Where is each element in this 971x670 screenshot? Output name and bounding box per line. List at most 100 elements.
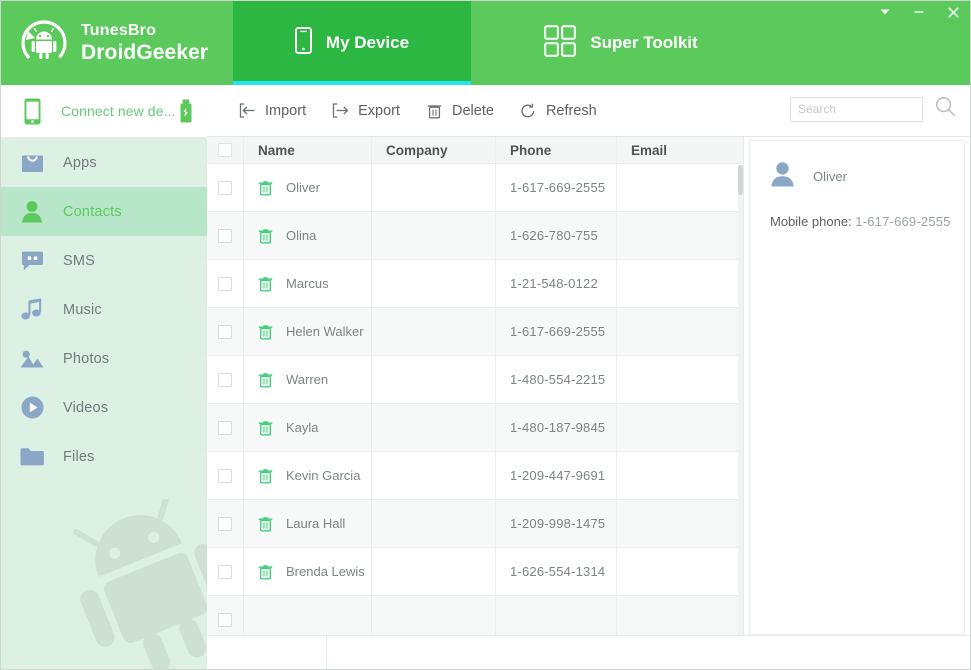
table-row[interactable]: Marcus 1-21-548-0122 xyxy=(207,260,743,308)
cell-company xyxy=(372,164,496,211)
cell-name-text: Helen Walker xyxy=(286,324,364,339)
connect-new-device-label: Connect new de... xyxy=(61,103,179,119)
search-input[interactable] xyxy=(790,97,923,122)
row-checkbox[interactable] xyxy=(218,613,232,627)
row-trash-icon[interactable] xyxy=(258,468,273,484)
table-body: Oliver1-617-669-2555Olina1-626-780-755Ma… xyxy=(207,164,743,635)
cell-name-text: Marcus xyxy=(286,276,329,291)
cell-name-text: Olina xyxy=(286,228,316,243)
row-trash-icon[interactable] xyxy=(258,420,273,436)
row-trash-icon[interactable] xyxy=(258,516,273,532)
cell-phone: 1-21-548-0122 xyxy=(496,260,617,307)
brand-line-2: DroidGeeker xyxy=(81,40,208,65)
row-checkbox[interactable] xyxy=(218,373,232,387)
column-header-name[interactable]: Name xyxy=(244,137,372,163)
cell-name-text: Kevin Garcia xyxy=(286,468,360,483)
sidebar-item-files[interactable]: Files xyxy=(1,432,207,481)
cell-name: Kevin Garcia xyxy=(244,452,372,499)
minimize-button[interactable] xyxy=(913,6,925,22)
sidebar-item-files-label: Files xyxy=(63,449,95,465)
table-scrollbar-thumb[interactable] xyxy=(738,165,743,195)
row-checkbox[interactable] xyxy=(218,421,232,435)
cell-phone: 1-480-554-2215 xyxy=(496,356,617,403)
row-checkbox[interactable] xyxy=(218,469,232,483)
cell-phone: 1-209-447-9691 xyxy=(496,452,617,499)
column-header-phone[interactable]: Phone xyxy=(496,137,617,163)
person-avatar-icon xyxy=(770,161,795,192)
refresh-button[interactable]: Refresh xyxy=(520,102,597,119)
cell-email xyxy=(617,260,739,307)
cell-email xyxy=(617,308,739,355)
folder-icon xyxy=(19,444,45,470)
contact-detail-mobile-phone-label: Mobile phone: xyxy=(770,214,852,229)
cell-phone: 1-617-669-2555 xyxy=(496,308,617,355)
column-header-email[interactable]: Email xyxy=(617,137,739,163)
export-button[interactable]: Export xyxy=(332,102,400,119)
row-trash-icon[interactable] xyxy=(258,324,273,340)
table-row[interactable] xyxy=(207,596,743,635)
table-row[interactable]: Oliver 1-617-669-2555 xyxy=(207,164,743,212)
tab-super-toolkit[interactable]: Super Toolkit xyxy=(471,1,771,85)
search-icon[interactable] xyxy=(935,96,956,122)
table-row[interactable]: Kevin Garcia 1-209-447-9691 xyxy=(207,452,743,500)
sidebar-item-videos[interactable]: Videos xyxy=(1,383,207,432)
tab-super-toolkit-label: Super Toolkit xyxy=(590,33,697,53)
row-checkbox[interactable] xyxy=(218,181,232,195)
android-refresh-logo-icon xyxy=(19,18,69,68)
cell-phone-text: 1-209-447-9691 xyxy=(510,468,605,483)
row-trash-icon[interactable] xyxy=(258,372,273,388)
person-icon xyxy=(19,199,45,225)
cell-phone: 1-617-669-2555 xyxy=(496,164,617,211)
cell-name: Olina xyxy=(244,212,372,259)
cell-phone-text: 1-617-669-2555 xyxy=(510,324,605,339)
row-trash-icon[interactable] xyxy=(258,228,273,244)
mountain-photo-icon xyxy=(19,346,45,372)
sidebar-item-sms[interactable]: SMS xyxy=(1,236,207,285)
close-button[interactable] xyxy=(947,6,960,23)
cell-name: Oliver xyxy=(244,164,372,211)
table-row[interactable]: Brenda Lewis1-626-554-1314 xyxy=(207,548,743,596)
row-checkbox[interactable] xyxy=(218,229,232,243)
table-row[interactable]: Kayla1-480-187-9845 xyxy=(207,404,743,452)
sidebar-item-apps[interactable]: Apps xyxy=(1,138,207,187)
select-all-checkbox[interactable] xyxy=(218,143,232,157)
contact-detail-mobile-phone-value: 1-617-669-2555 xyxy=(855,214,950,229)
tab-my-device[interactable]: My Device xyxy=(233,1,471,85)
row-select-cell xyxy=(207,260,244,307)
cell-name: Helen Walker xyxy=(244,308,372,355)
row-checkbox[interactable] xyxy=(218,277,232,291)
minimize-to-tray-button[interactable] xyxy=(879,6,891,22)
row-trash-icon[interactable] xyxy=(258,180,273,196)
row-checkbox[interactable] xyxy=(218,325,232,339)
row-trash-icon[interactable] xyxy=(258,276,273,292)
column-header-company[interactable]: Company xyxy=(372,137,496,163)
cell-name: Warren xyxy=(244,356,372,403)
table-row[interactable]: Laura Hall1-209-998-1475 xyxy=(207,500,743,548)
android-robot-watermark-icon xyxy=(63,499,207,670)
row-trash-icon[interactable] xyxy=(258,564,273,580)
cell-company xyxy=(372,404,496,451)
sidebar-item-sms-label: SMS xyxy=(63,253,95,269)
connect-new-device-button[interactable]: Connect new de... xyxy=(1,85,207,138)
table-row[interactable]: Helen Walker 1-617-669-2555 xyxy=(207,308,743,356)
delete-button[interactable]: Delete xyxy=(426,102,494,119)
app-header: TunesBro DroidGeeker My Device xyxy=(1,1,971,85)
cell-email xyxy=(617,596,739,635)
sidebar-item-photos[interactable]: Photos xyxy=(1,334,207,383)
row-select-cell xyxy=(207,548,244,595)
row-select-cell xyxy=(207,164,244,211)
import-button[interactable]: Import xyxy=(239,102,306,119)
table-scrollbar[interactable] xyxy=(738,165,743,635)
cell-company xyxy=(372,548,496,595)
table-row[interactable]: Warren 1-480-554-2215 xyxy=(207,356,743,404)
table-row[interactable]: Olina 1-626-780-755 xyxy=(207,212,743,260)
row-checkbox[interactable] xyxy=(218,565,232,579)
contact-detail-mobile-phone: Mobile phone: 1-617-669-2555 xyxy=(750,192,964,229)
cell-company xyxy=(372,308,496,355)
status-bar xyxy=(207,635,971,670)
export-arrow-icon xyxy=(332,102,349,119)
sidebar-item-contacts[interactable]: Contacts xyxy=(1,187,207,236)
sidebar-item-music[interactable]: Music xyxy=(1,285,207,334)
cell-phone: 1-626-780-755 xyxy=(496,212,617,259)
row-checkbox[interactable] xyxy=(218,517,232,531)
